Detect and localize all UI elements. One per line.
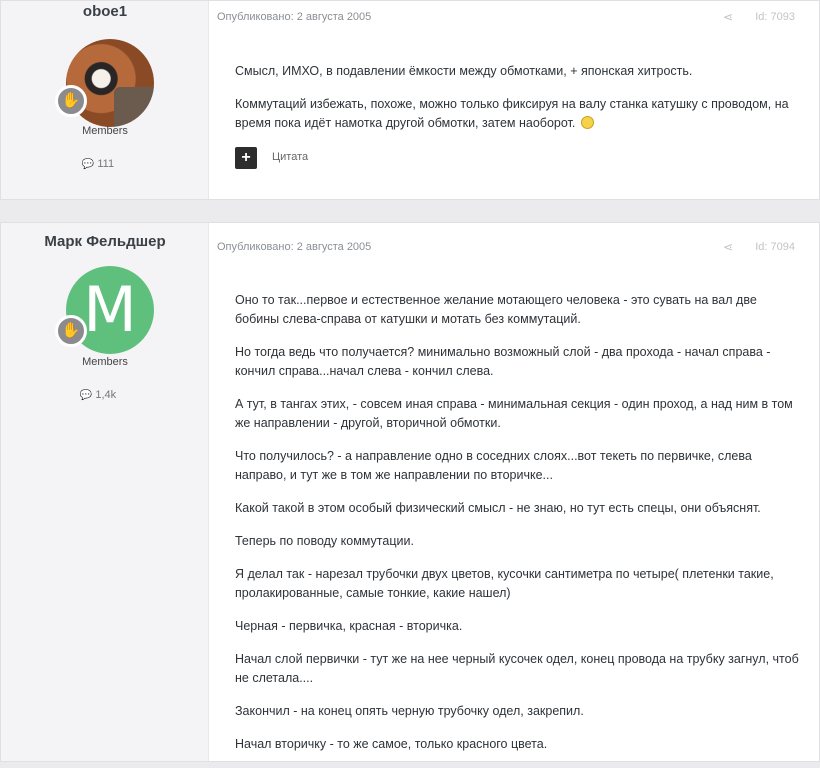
paragraph: Теперь по поводу коммутации.	[235, 534, 414, 548]
post-count-value: 111	[97, 158, 115, 170]
post-id[interactable]: Id: 7093	[755, 11, 795, 23]
paragraph: Но тогда ведь что получается? минимально…	[235, 345, 771, 378]
hand-badge-icon: ✋	[55, 315, 87, 347]
plus-icon[interactable]: +	[235, 147, 257, 169]
post-7094: Марк Фельдшер M ✋ Members 💬 1,4k Опублико…	[0, 222, 820, 762]
paragraph: А тут, в тангах этих, - совсем иная спра…	[235, 397, 793, 430]
post-count-value: 1,4k	[95, 389, 117, 401]
paragraph: Какой такой в этом особый физический смы…	[235, 501, 761, 515]
paragraph: Закончил - на конец опять черную трубочк…	[235, 704, 584, 718]
post-content: Оно то так...первое и естественное желан…	[235, 291, 801, 768]
paragraph: Черная - первичка, красная - вторичка.	[235, 619, 463, 633]
post-count[interactable]: 💬 111	[1, 158, 195, 170]
paragraph: Что получилось? - а направление одно в с…	[235, 449, 752, 482]
hand-badge-icon: ✋	[55, 85, 87, 117]
paragraph: Я делал так - нарезал трубочки двух цвет…	[235, 567, 774, 600]
publish-date[interactable]: Опубликовано: 2 августа 2005	[217, 11, 371, 23]
author-panel: oboe1 ✋ Members 💬 111	[1, 1, 209, 199]
share-icon[interactable]: ⋖	[723, 10, 733, 24]
author-name-link[interactable]: oboe1	[1, 3, 209, 20]
author-name-link[interactable]: Марк Фельдшер	[1, 233, 209, 250]
paragraph-with-emoji: Коммутаций избежать, похоже, можно тольк…	[235, 95, 801, 133]
speech-bubble-icon: 💬	[81, 159, 95, 170]
author-panel: Марк Фельдшер M ✋ Members 💬 1,4k	[1, 223, 209, 761]
publish-date[interactable]: Опубликовано: 2 августа 2005	[217, 241, 371, 253]
paragraph: Коммутаций избежать, похоже, можно тольк…	[235, 97, 789, 130]
paragraph: Смысл, ИМХО, в подавлении ёмкости между …	[235, 64, 693, 78]
post-count[interactable]: 💬 1,4k	[1, 389, 195, 401]
post-7093: oboe1 ✋ Members 💬 111 Опубликовано: 2 авг…	[0, 0, 820, 200]
member-group: Members	[82, 125, 128, 137]
post-id[interactable]: Id: 7094	[755, 241, 795, 253]
quote-button[interactable]: Цитата	[272, 151, 308, 163]
paragraph: Начал слой первички - тут же на нее черн…	[235, 652, 799, 685]
paragraph: Оно то так...первое и естественное желан…	[235, 293, 757, 326]
speech-bubble-icon: 💬	[79, 390, 93, 401]
smile-emoji-icon	[580, 116, 594, 129]
paragraph: Начал вторичку - то же самое, только кра…	[235, 737, 548, 751]
member-group: Members	[82, 356, 128, 368]
share-icon[interactable]: ⋖	[723, 240, 733, 254]
post-content: Смысл, ИМХО, в подавлении ёмкости между …	[235, 62, 801, 147]
